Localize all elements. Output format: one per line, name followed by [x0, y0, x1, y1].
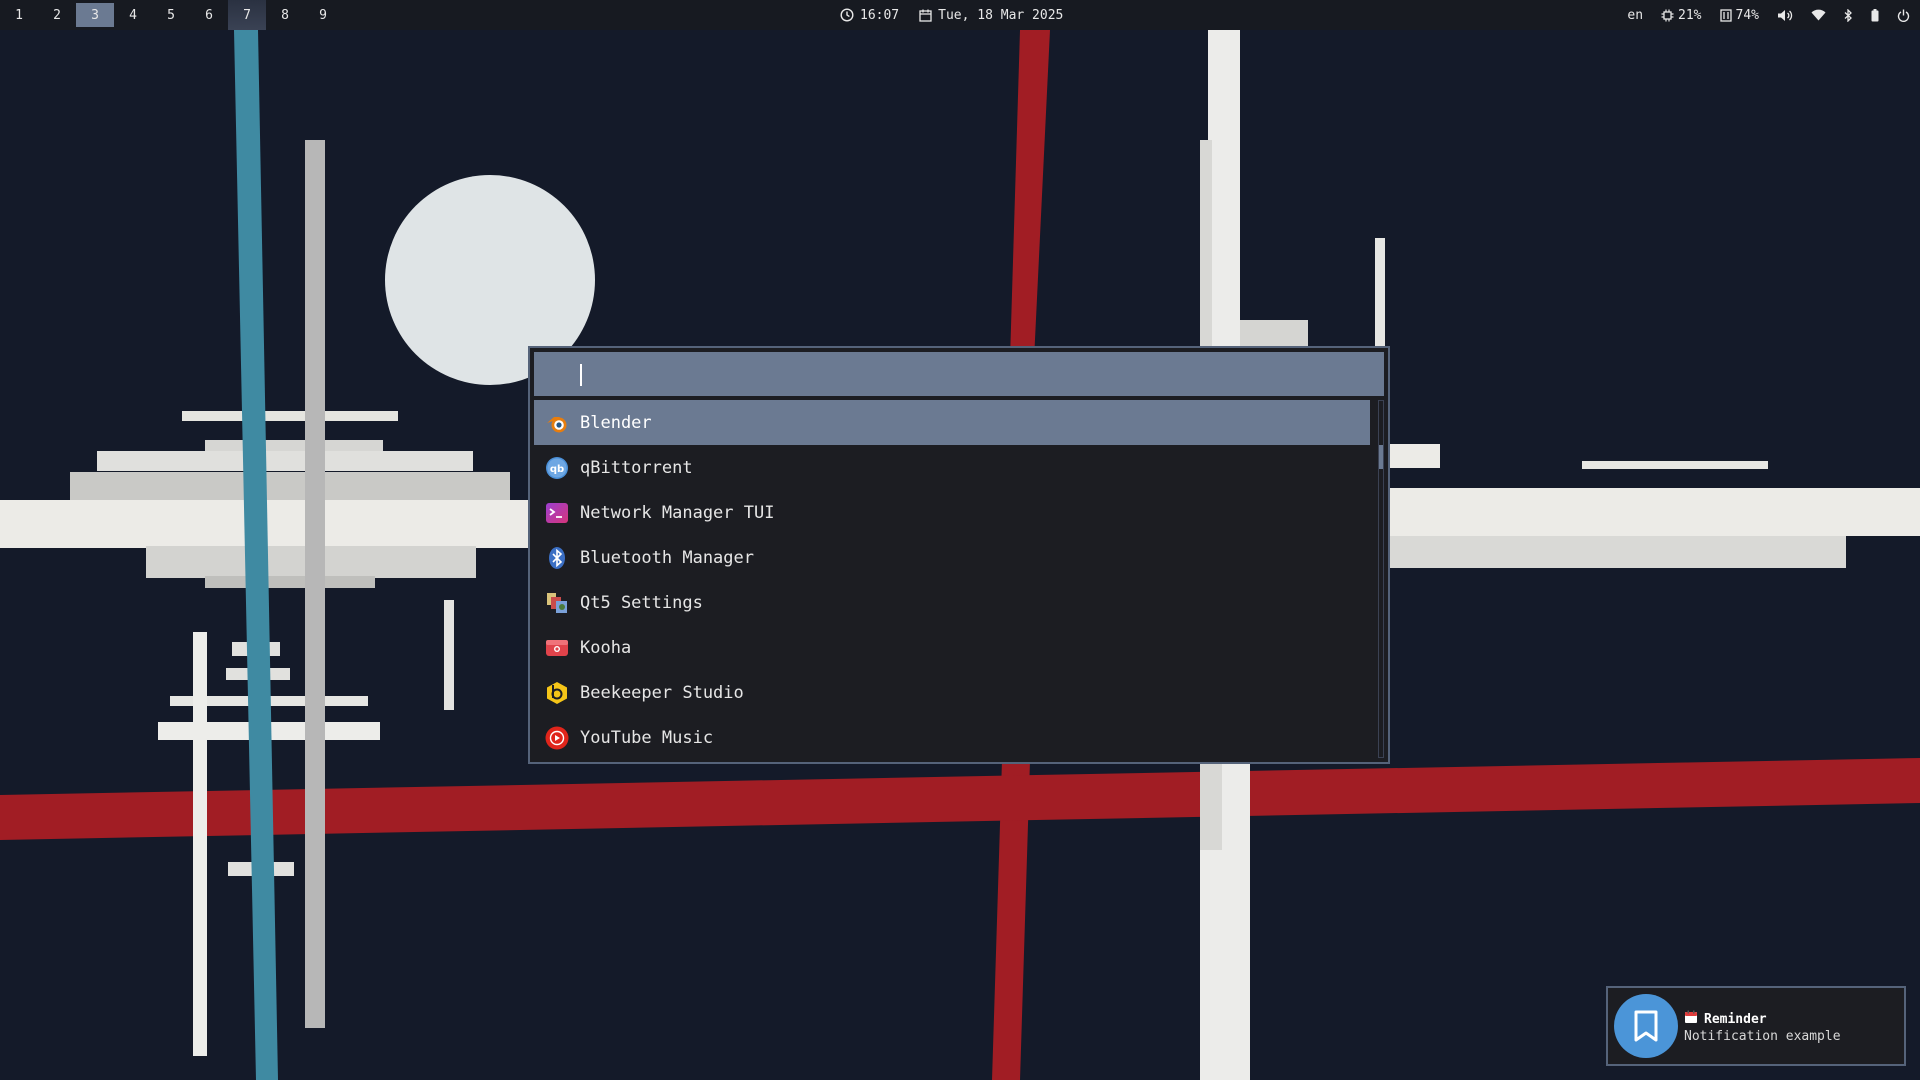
wifi-icon[interactable] — [1811, 9, 1826, 21]
workspace-9[interactable]: 9 — [304, 0, 342, 30]
launcher-item-bluetooth-manager[interactable]: Bluetooth Manager — [534, 535, 1370, 580]
clock[interactable]: 16:07 — [840, 8, 899, 23]
scrollbar-thumb[interactable] — [1379, 445, 1383, 469]
workspace-1[interactable]: 1 — [0, 0, 38, 30]
launcher-scrollbar[interactable] — [1378, 400, 1384, 758]
workspace-8[interactable]: 8 — [266, 0, 304, 30]
clock-icon — [840, 8, 854, 22]
launcher-item-beekeeper-studio[interactable]: Beekeeper Studio — [534, 670, 1370, 715]
notification-body: Notification example — [1684, 1029, 1841, 1044]
qbittorrent-icon: qb — [544, 455, 570, 481]
system-tray: en 21% 74% — [1627, 0, 1910, 30]
bluetooth-icon[interactable] — [1844, 8, 1853, 22]
calendar-icon — [919, 9, 932, 22]
kooha-icon — [544, 635, 570, 661]
launcher-item-label: Network Manager TUI — [580, 502, 775, 523]
launcher-item-qt5-settings[interactable]: Qt5 Settings — [534, 580, 1370, 625]
workspace-4[interactable]: 4 — [114, 0, 152, 30]
bluetooth-manager-icon — [544, 545, 570, 571]
workspace-label: 5 — [167, 8, 175, 23]
cpu-value: 21% — [1678, 7, 1702, 23]
workspace-label: 2 — [53, 8, 61, 23]
battery-icon[interactable] — [1871, 8, 1879, 22]
workspace-2[interactable]: 2 — [38, 0, 76, 30]
clock-time: 16:07 — [860, 7, 900, 23]
notification-title: Reminder — [1684, 1010, 1767, 1028]
launcher-item-label: Beekeeper Studio — [580, 682, 744, 703]
workspace-label: 6 — [205, 8, 213, 23]
cpu-icon — [1661, 9, 1674, 22]
memory-usage[interactable]: 74% — [1719, 7, 1759, 23]
qt5-settings-icon — [544, 590, 570, 616]
workspace-6[interactable]: 6 — [190, 0, 228, 30]
app-launcher: Blender qb qBittorrent Network Manager T… — [528, 346, 1390, 764]
launcher-item-label: Blender — [580, 412, 652, 433]
workspace-label: 9 — [319, 8, 327, 23]
launcher-item-youtube-music[interactable]: YouTube Music — [534, 715, 1370, 760]
svg-text:qb: qb — [550, 464, 564, 475]
workspace-label: 1 — [15, 8, 23, 23]
terminal-icon — [544, 500, 570, 526]
workspace-label: 3 — [91, 8, 99, 23]
volume-icon[interactable] — [1777, 9, 1793, 22]
launcher-item-label: Bluetooth Manager — [580, 547, 754, 568]
workspace-5[interactable]: 5 — [152, 0, 190, 30]
cpu-usage[interactable]: 21% — [1661, 7, 1702, 23]
power-icon[interactable] — [1897, 9, 1910, 22]
launcher-item-label: Qt5 Settings — [580, 592, 703, 613]
launcher-item-blender[interactable]: Blender — [534, 400, 1370, 445]
memory-value: 74% — [1735, 7, 1759, 23]
notification-popup[interactable]: Reminder Notification example — [1606, 986, 1906, 1066]
calendar-emoji-icon — [1684, 1010, 1698, 1028]
clock-area: 16:07 Tue, 18 Mar 2025 — [840, 0, 1063, 30]
beekeeper-icon — [544, 680, 570, 706]
bookmark-icon — [1614, 994, 1678, 1058]
notification-title-text: Reminder — [1704, 1011, 1767, 1027]
launcher-item-label: YouTube Music — [580, 727, 714, 748]
keyboard-layout[interactable]: en — [1627, 8, 1643, 23]
workspace-7[interactable]: 7 — [228, 0, 266, 30]
date[interactable]: Tue, 18 Mar 2025 — [919, 8, 1063, 23]
workspace-label: 8 — [281, 8, 289, 23]
workspace-label: 7 — [243, 8, 251, 23]
launcher-search-input[interactable] — [534, 352, 1384, 396]
workspace-switcher: 1 2 3 4 5 6 7 8 9 — [0, 0, 342, 30]
workspace-3[interactable]: 3 — [76, 3, 114, 27]
launcher-item-qbittorrent[interactable]: qb qBittorrent — [534, 445, 1370, 490]
memory-icon — [1719, 8, 1732, 22]
youtube-music-icon — [544, 725, 570, 751]
launcher-results: Blender qb qBittorrent Network Manager T… — [534, 400, 1370, 760]
launcher-item-kooha[interactable]: Kooha — [534, 625, 1370, 670]
launcher-item-label: qBittorrent — [580, 457, 693, 478]
desktop: 1 2 3 4 5 6 7 8 9 16:07 Tue, 18 Mar 2025 — [0, 0, 1920, 1080]
top-bar: 1 2 3 4 5 6 7 8 9 16:07 Tue, 18 Mar 2025 — [0, 0, 1920, 30]
date-text: Tue, 18 Mar 2025 — [938, 7, 1064, 23]
launcher-item-label: Kooha — [580, 637, 632, 658]
workspace-label: 4 — [129, 8, 137, 23]
launcher-item-network-manager-tui[interactable]: Network Manager TUI — [534, 490, 1370, 535]
text-cursor — [580, 364, 582, 386]
blender-icon — [544, 410, 570, 436]
